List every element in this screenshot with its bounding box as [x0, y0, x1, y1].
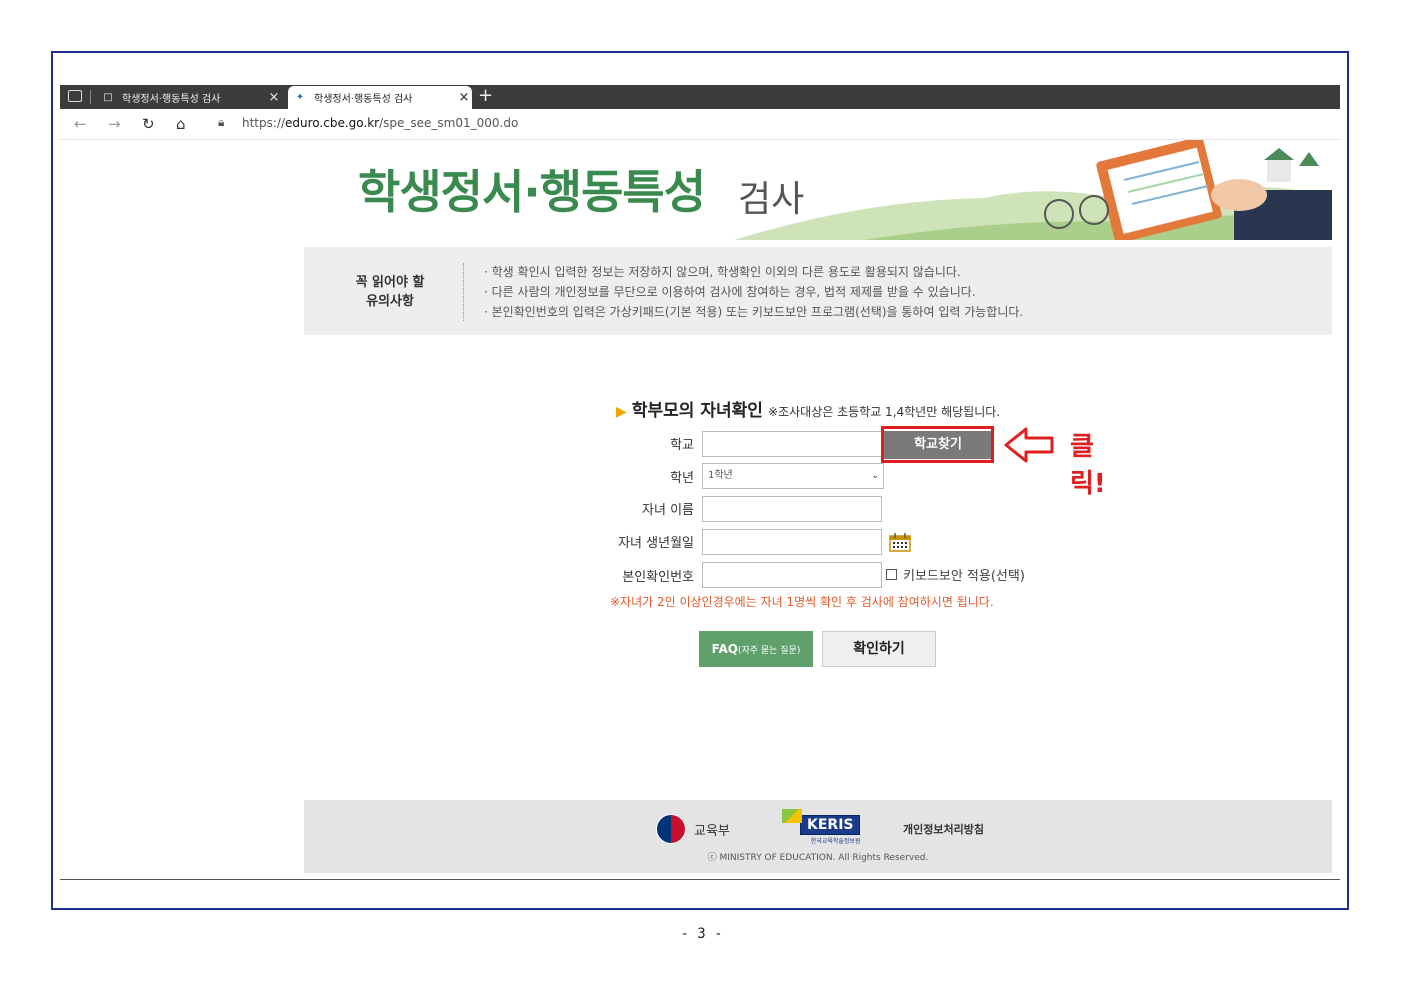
notice-item: · 다른 사람의 개인정보를 무단으로 이용하여 검사에 참여하는 경우, 법적…: [484, 285, 976, 299]
favicon-icon: ✦: [295, 92, 305, 103]
notice-label: 꼭 읽어야 할 유의사항: [344, 273, 436, 311]
grade-select-value: 1학년: [708, 470, 733, 481]
highlight-box: [881, 426, 994, 463]
keris-text: KERIS: [800, 815, 861, 835]
lock-icon: 🔒︎: [218, 115, 225, 129]
notice-item: · 학생 확인시 입력한 정보는 저장하지 않으며, 학생확인 이외의 다른 용…: [484, 265, 961, 279]
keris-mark-icon: [782, 809, 802, 823]
notice-list: · 학생 확인시 입력한 정보는 저장하지 않으며, 학생확인 이외의 다른 용…: [484, 262, 1023, 322]
form-title-note: ※조사대상은 초등학교 1,4학년만 해당됩니다.: [768, 405, 1001, 419]
keris-subtext: 한국교육학술정보원: [810, 838, 861, 845]
tab-1[interactable]: □ 학생정서·행동특성 검사 ×: [96, 85, 282, 109]
form-title-text: 학부모의 자녀확인: [631, 401, 763, 421]
address-bar: ← → ↻ ⌂ 🔒︎ https://eduro.cbe.go.kr/spe_s…: [60, 109, 1340, 140]
notice-label-line2: 유의사항: [366, 294, 414, 309]
form-title: ▶ 학부모의 자녀확인 ※조사대상은 초등학교 1,4학년만 해당됩니다.: [616, 396, 1000, 421]
tab-2-title: 학생정서·행동특성 검사: [314, 94, 413, 105]
refresh-icon[interactable]: ↻: [142, 115, 155, 133]
home-icon[interactable]: ⌂: [176, 115, 186, 133]
calendar-icon[interactable]: [889, 532, 911, 552]
warning-text: ※자녀가 2인 이상인경우에는 자녀 1명씩 확인 후 검사에 참여하시면 됩니…: [610, 595, 994, 609]
faq-button-sub: (자주 묻는 질문): [737, 646, 801, 656]
tab-separator: [90, 90, 91, 104]
notice-divider: [463, 263, 464, 321]
footer: 교육부 KERIS 한국교육학술정보원 개인정보처리방침 ⓒ MINISTRY …: [304, 800, 1332, 873]
page-subtitle: 검사: [738, 179, 805, 220]
school-label: 학교: [670, 438, 694, 453]
keris-logo[interactable]: KERIS 한국교육학술정보원: [782, 809, 861, 845]
grade-select[interactable]: 1학년 ⌄: [702, 463, 884, 489]
privacy-policy-link[interactable]: 개인정보처리방침: [903, 821, 984, 837]
notice-label-line1: 꼭 읽어야 할: [355, 275, 425, 290]
moe-text: 교육부: [694, 823, 730, 839]
grade-label: 학년: [670, 471, 694, 486]
tab-bar: □ 학생정서·행동특성 검사 × ✦ 학생정서·행동특성 검사 × +: [60, 85, 1340, 109]
notice-item: · 본인확인번호의 입력은 가상키패드(기본 적용) 또는 키보드보안 프로그램…: [484, 305, 1024, 319]
left-arrow-icon: [1004, 427, 1054, 463]
web-page: 학생정서·행동특성 검사 꼭 읽어야 할 유의사항 · 학생 확인시 입력한 정…: [60, 140, 1340, 879]
child-name-input[interactable]: [702, 496, 882, 522]
school-input[interactable]: [702, 431, 882, 457]
keyboard-security-label: 키보드보안 적용(선택): [903, 569, 1025, 584]
tab-2[interactable]: ✦ 학생정서·행동특성 검사 ×: [288, 86, 472, 109]
birth-input[interactable]: [702, 529, 882, 555]
id-number-input[interactable]: [702, 562, 882, 588]
click-annotation: 클릭!: [1070, 432, 1106, 499]
tab-1-title: 학생정서·행동특성 검사: [122, 93, 221, 105]
faq-button[interactable]: FAQ(자주 묻는 질문): [699, 631, 813, 667]
child-name-label: 자녀 이름: [642, 503, 694, 518]
copyright: ⓒ MINISTRY OF EDUCATION. All Rights Rese…: [707, 853, 929, 863]
page-number: - 3 -: [680, 926, 723, 942]
back-icon[interactable]: ←: [74, 115, 87, 133]
taegeuk-icon: [656, 814, 686, 844]
header-banner: 학생정서·행동특성 검사: [304, 140, 1332, 240]
confirm-button[interactable]: 확인하기: [822, 631, 936, 667]
notice-box: 꼭 읽어야 할 유의사항 · 학생 확인시 입력한 정보는 저장하지 않으며, …: [304, 247, 1332, 335]
url-prefix: https://: [242, 116, 286, 130]
keyboard-security-checkbox[interactable]: 키보드보안 적용(선택): [886, 565, 1025, 584]
page-icon: □: [103, 91, 113, 103]
id-number-label: 본인확인번호: [622, 570, 694, 585]
browser-window: □ 학생정서·행동특성 검사 × ✦ 학생정서·행동특성 검사 × + ← → …: [60, 85, 1340, 880]
triangle-icon: ▶: [616, 404, 627, 420]
url-field[interactable]: https://eduro.cbe.go.kr/spe_see_sm01_000…: [242, 116, 518, 130]
close-icon[interactable]: ×: [266, 90, 282, 105]
checkbox-icon: [886, 569, 897, 580]
forward-icon[interactable]: →: [108, 115, 121, 133]
birth-label: 자녀 생년월일: [618, 536, 694, 551]
window-menu-icon[interactable]: [68, 90, 82, 102]
url-host: eduro.cbe.go.kr: [285, 116, 380, 130]
new-tab-button[interactable]: +: [478, 85, 493, 109]
faq-button-label: FAQ: [711, 642, 738, 656]
moe-logo[interactable]: 교육부: [656, 814, 730, 844]
chevron-down-icon: ⌄: [871, 471, 879, 481]
page-title: 학생정서·행동특성: [358, 165, 706, 219]
close-icon[interactable]: ×: [456, 90, 472, 105]
url-path: /spe_see_sm01_000.do: [379, 116, 519, 130]
